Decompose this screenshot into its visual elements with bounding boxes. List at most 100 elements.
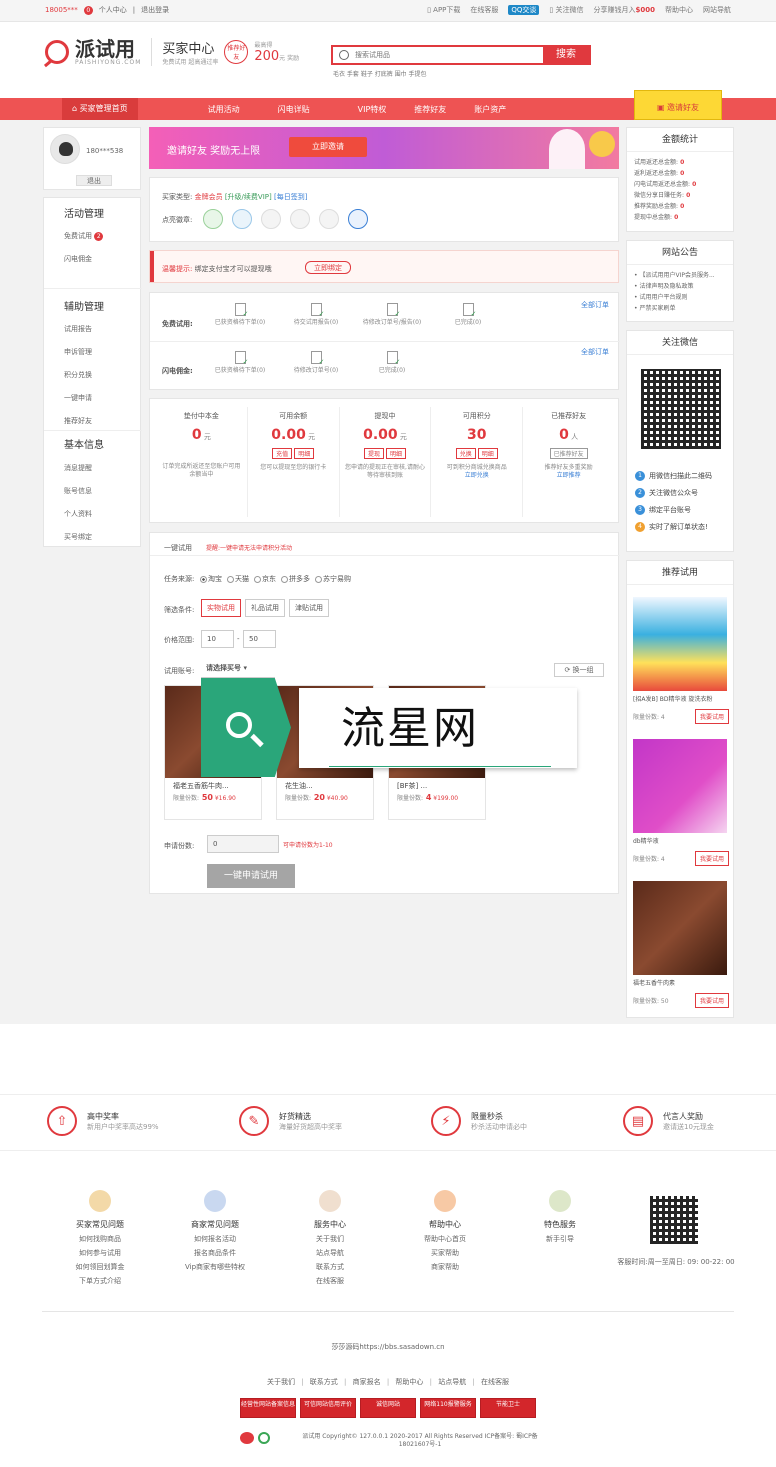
apply-trial-button[interactable]: 我要试用 bbox=[694, 993, 729, 1008]
pingan-icon[interactable] bbox=[258, 1432, 270, 1444]
footer-link[interactable]: 买家帮助 bbox=[405, 1246, 485, 1260]
source-radio[interactable]: 拼多多 bbox=[281, 574, 310, 584]
app-download-link[interactable]: ▯ APP下载 bbox=[427, 5, 460, 15]
footer-link[interactable]: 下单方式介绍 bbox=[60, 1274, 140, 1288]
help-center-link[interactable]: 帮助中心 bbox=[665, 5, 693, 15]
footer-link[interactable]: 帮助中心首页 bbox=[405, 1232, 485, 1246]
sidebar-item-report[interactable]: 试用报告 bbox=[64, 324, 92, 334]
source-radio[interactable]: 京东 bbox=[254, 574, 276, 584]
avatar[interactable] bbox=[50, 134, 80, 164]
filter-chip[interactable]: 礼品试用 bbox=[245, 599, 285, 617]
bind-alipay-button[interactable]: 立即绑定 bbox=[305, 261, 351, 274]
sidebar-item-bind[interactable]: 买号绑定 bbox=[64, 532, 92, 542]
sidebar-item-profile[interactable]: 个人资料 bbox=[64, 509, 92, 519]
footer-link[interactable]: 站点导航 bbox=[290, 1246, 370, 1260]
recommend-item[interactable]: db精华液 限量份数: 4 我要试用 bbox=[633, 739, 729, 866]
invite-badge[interactable]: 推荐好友 bbox=[224, 40, 249, 64]
trust-badge[interactable]: 节能卫士 bbox=[480, 1398, 536, 1418]
invite-banner[interactable]: 邀请好友 奖励无上限 立即邀请 bbox=[149, 127, 619, 169]
nav-home[interactable]: ⌂ 买家管理首页 bbox=[62, 98, 138, 120]
recommend-name[interactable]: db精华液 bbox=[633, 836, 729, 845]
stat-tag-button[interactable]: 提现 bbox=[363, 448, 384, 459]
stat-link[interactable]: 立即兑换 bbox=[436, 472, 517, 480]
invite-friends-button[interactable]: ▣ 邀请好友 bbox=[634, 90, 722, 120]
hot-keywords[interactable]: 毛衣 手套 鞋子 打底裤 围巾 手提包 bbox=[333, 69, 427, 78]
qq-chat-button[interactable]: QQ交谈 bbox=[508, 5, 540, 15]
nav-assets[interactable]: 账户资产 bbox=[474, 104, 506, 115]
stat-link[interactable]: 立即推荐 bbox=[528, 472, 609, 480]
apply-trial-button[interactable]: 我要试用 bbox=[694, 709, 729, 724]
account-select[interactable]: 请选择买号 ▾ bbox=[201, 660, 275, 678]
footer-bottom-link[interactable]: 商家报名 bbox=[353, 1378, 381, 1386]
stat-tag-button[interactable]: 充值 bbox=[272, 448, 293, 459]
site-nav-link[interactable]: 网站导航 bbox=[703, 5, 731, 15]
footer-link[interactable]: 如何报名活动 bbox=[175, 1232, 255, 1246]
footer-link[interactable]: 如何找购商品 bbox=[60, 1232, 140, 1246]
sidebar-item-flash[interactable]: 闪电佣金 bbox=[64, 254, 92, 264]
notice-item[interactable]: • 严禁买家刷单 bbox=[634, 303, 733, 314]
nav-vip[interactable]: VIP特权 bbox=[358, 104, 387, 115]
trust-badge[interactable]: 网络110报警服务 bbox=[420, 1398, 476, 1418]
search-button[interactable]: 搜索 bbox=[543, 47, 589, 63]
account-name[interactable]: 18005*** bbox=[45, 6, 78, 14]
footer-link[interactable]: 关于我们 bbox=[290, 1232, 370, 1246]
filter-chip[interactable]: 津贴试用 bbox=[289, 599, 329, 617]
upgrade-vip-link[interactable]: [升级/续费VIP] bbox=[225, 193, 272, 201]
footer-link[interactable]: 联系方式 bbox=[290, 1260, 370, 1274]
sidebar-item-recommend[interactable]: 推荐好友 bbox=[64, 416, 92, 426]
product-name[interactable]: 福老五香筋牛肉... bbox=[165, 778, 261, 793]
nav-invite[interactable]: 推荐好友 bbox=[414, 104, 446, 115]
online-service-link[interactable]: 在线客服 bbox=[470, 5, 498, 15]
stat-tag-button[interactable]: 明细 bbox=[385, 448, 406, 459]
order-status-item[interactable]: ✓ 待修改订单号/报告(0) bbox=[354, 303, 430, 327]
sidebar-item-oneclick[interactable]: 一键申请 bbox=[64, 393, 92, 403]
product-name[interactable]: [BF茶] ... bbox=[389, 778, 485, 793]
recommend-image[interactable] bbox=[633, 739, 727, 833]
footer-link[interactable]: 报名商品条件 bbox=[175, 1246, 255, 1260]
order-status-item[interactable]: ✓ 待修改订单号(0) bbox=[278, 351, 354, 375]
all-orders-link[interactable]: 全部订单 bbox=[581, 300, 609, 310]
order-status-item[interactable]: ✓ 已完成(0) bbox=[354, 351, 430, 375]
search-input[interactable] bbox=[333, 47, 543, 63]
nav-flash[interactable]: 闪电详贴 bbox=[278, 104, 310, 115]
recommend-name[interactable]: 福老五香牛肉素 bbox=[633, 978, 729, 987]
personal-center-link[interactable]: 个人中心 bbox=[99, 5, 127, 15]
stat-tag-button[interactable]: 明细 bbox=[294, 448, 315, 459]
stat-tag-button[interactable]: 兑换 bbox=[455, 448, 476, 459]
recommend-image[interactable] bbox=[633, 881, 727, 975]
refresh-button[interactable]: ⟳ 换一组 bbox=[554, 663, 604, 677]
footer-bottom-link[interactable]: 帮助中心 bbox=[395, 1378, 423, 1386]
user-logout-button[interactable]: 退出 bbox=[76, 175, 112, 186]
source-radio[interactable]: 苏宁易购 bbox=[315, 574, 351, 584]
product-name[interactable]: 花生油... bbox=[277, 778, 373, 793]
banner-invite-button[interactable]: 立即邀请 bbox=[289, 137, 367, 157]
trust-badge[interactable]: 经营性网站备案信息 bbox=[240, 1398, 296, 1418]
sidebar-item-messages[interactable]: 消息提醒 bbox=[64, 463, 92, 473]
sidebar-item-account[interactable]: 账号信息 bbox=[64, 486, 92, 496]
badge-user-icon[interactable] bbox=[261, 209, 281, 229]
apply-trial-button[interactable]: 我要试用 bbox=[694, 851, 729, 866]
order-status-item[interactable]: ✓ 已完成(0) bbox=[430, 303, 506, 327]
count-input[interactable]: 0 bbox=[207, 835, 279, 853]
weibo-icon[interactable] bbox=[240, 1432, 254, 1444]
footer-bottom-link[interactable]: 在线客服 bbox=[481, 1378, 509, 1386]
share-earn-link[interactable]: 分享赚钱月入$000 bbox=[594, 5, 655, 15]
sidebar-item-free-trial[interactable]: 免费试用 2 bbox=[64, 231, 104, 241]
source-link[interactable]: 莎莎源码https://bbs.sasadown.cn bbox=[0, 1342, 776, 1352]
badge-shop-icon[interactable] bbox=[319, 209, 339, 229]
badge-phone-icon[interactable] bbox=[232, 209, 252, 229]
notice-item[interactable]: • 【派试用用户VIP会员服务... bbox=[634, 270, 733, 281]
footer-link[interactable]: 商家帮助 bbox=[405, 1260, 485, 1274]
notice-item[interactable]: • 试用用户平台规则 bbox=[634, 292, 733, 303]
footer-link[interactable]: 新手引导 bbox=[520, 1232, 600, 1246]
order-status-item[interactable]: ✓ 待交试用报告(0) bbox=[278, 303, 354, 327]
source-radio[interactable]: 天猫 bbox=[227, 574, 249, 584]
recommend-image[interactable] bbox=[633, 597, 727, 691]
footer-bottom-link[interactable]: 关于我们 bbox=[267, 1378, 295, 1386]
oneclick-submit-button[interactable]: 一键申请试用 bbox=[207, 864, 295, 888]
source-radio[interactable]: 淘宝 bbox=[200, 574, 222, 584]
logout-link[interactable]: 退出登录 bbox=[141, 5, 169, 15]
badge-vip-icon[interactable] bbox=[348, 209, 368, 229]
footer-bottom-link[interactable]: 联系方式 bbox=[310, 1378, 338, 1386]
footer-link[interactable]: 在线客服 bbox=[290, 1274, 370, 1288]
